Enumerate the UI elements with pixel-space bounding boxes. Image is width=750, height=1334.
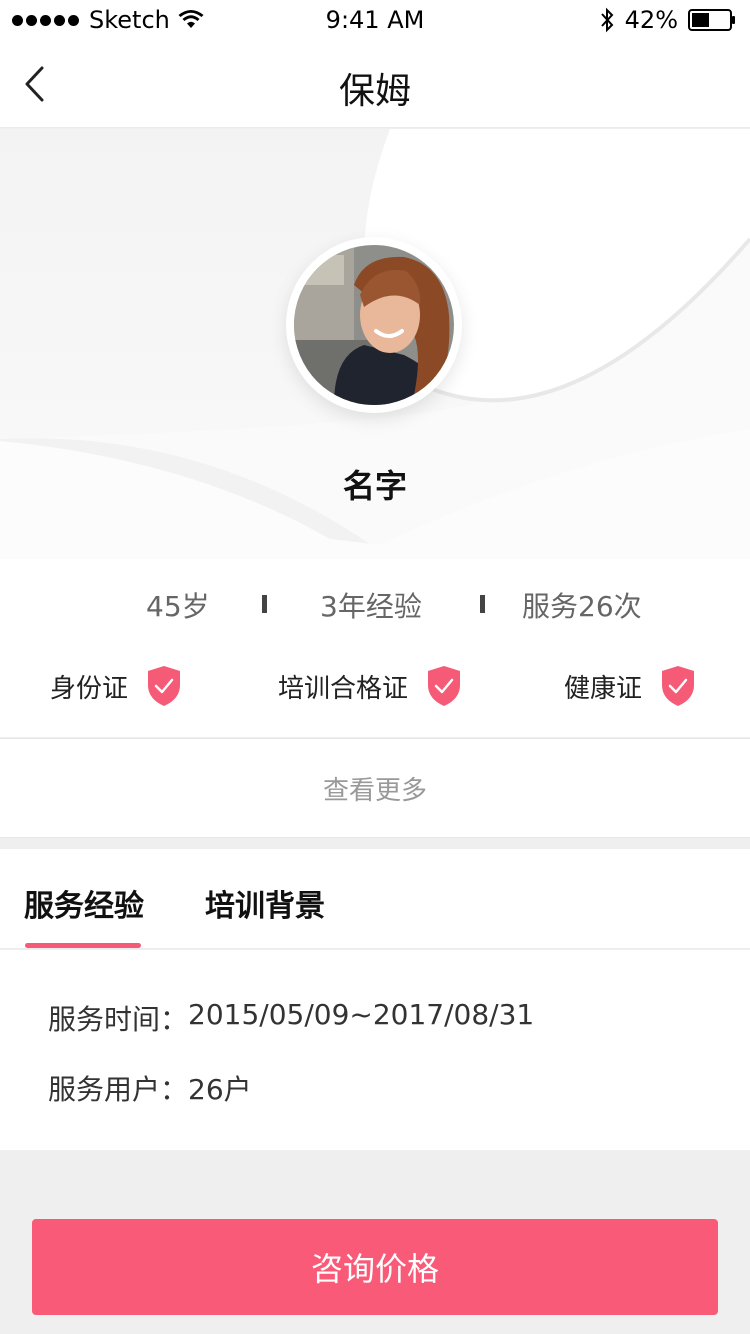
profile-header: 名字 <box>0 129 750 559</box>
status-bar: Sketch 9:41 AM 42% <box>0 0 750 40</box>
nav-bar: 保姆 <box>0 40 750 128</box>
certificate-label: 健康证 <box>564 673 643 704</box>
certificate-label: 培训合格证 <box>278 673 409 704</box>
tab-training-background[interactable]: 培训背景 <box>205 881 325 925</box>
stat-divider <box>480 595 485 613</box>
view-more-button[interactable]: 查看更多 <box>0 738 750 838</box>
certificate-id-card: 身份证 <box>50 665 182 707</box>
profile-name: 名字 <box>342 467 407 505</box>
consult-price-button[interactable]: 咨询价格 <box>32 1219 718 1315</box>
battery-percent: 42% <box>624 6 678 34</box>
active-tab-indicator <box>25 943 141 948</box>
stat-experience: 3年经验 <box>320 590 422 623</box>
bluetooth-icon <box>600 7 614 33</box>
page-title: 保姆 <box>338 71 411 112</box>
service-time-row: 服务时间： 2015/05/09~2017/08/31 <box>48 998 534 1038</box>
service-time-label: 服务时间： <box>48 1003 189 1036</box>
service-users-label: 服务用户： <box>48 1073 189 1106</box>
certificate-training: 培训合格证 <box>278 665 462 707</box>
status-right: 42% <box>599 6 736 34</box>
service-users-row: 服务用户： 26户 <box>48 1068 252 1108</box>
certificate-health: 健康证 <box>564 665 696 707</box>
battery-icon <box>688 9 735 31</box>
profile-stats: 45岁 3年经验 服务26次 身份证 培训合格证 健康证 <box>0 559 750 737</box>
service-time-value: 2015/05/09~2017/08/31 <box>188 998 535 1031</box>
avatar-photo <box>294 245 454 405</box>
shield-check-icon <box>148 666 181 706</box>
service-users-value: 26户 <box>188 1073 252 1106</box>
stat-service-count: 服务26次 <box>522 590 642 623</box>
tab-service-experience[interactable]: 服务经验 <box>24 881 144 925</box>
tab-bar: 服务经验 培训背景 <box>0 849 750 949</box>
shield-check-icon <box>662 666 695 706</box>
stat-age: 45岁 <box>146 590 210 623</box>
stat-divider <box>262 595 267 613</box>
avatar <box>286 237 462 413</box>
service-info: 服务时间： 2015/05/09~2017/08/31 服务用户： 26户 <box>0 950 750 1150</box>
shield-check-icon <box>428 666 461 706</box>
certificate-label: 身份证 <box>50 673 129 704</box>
